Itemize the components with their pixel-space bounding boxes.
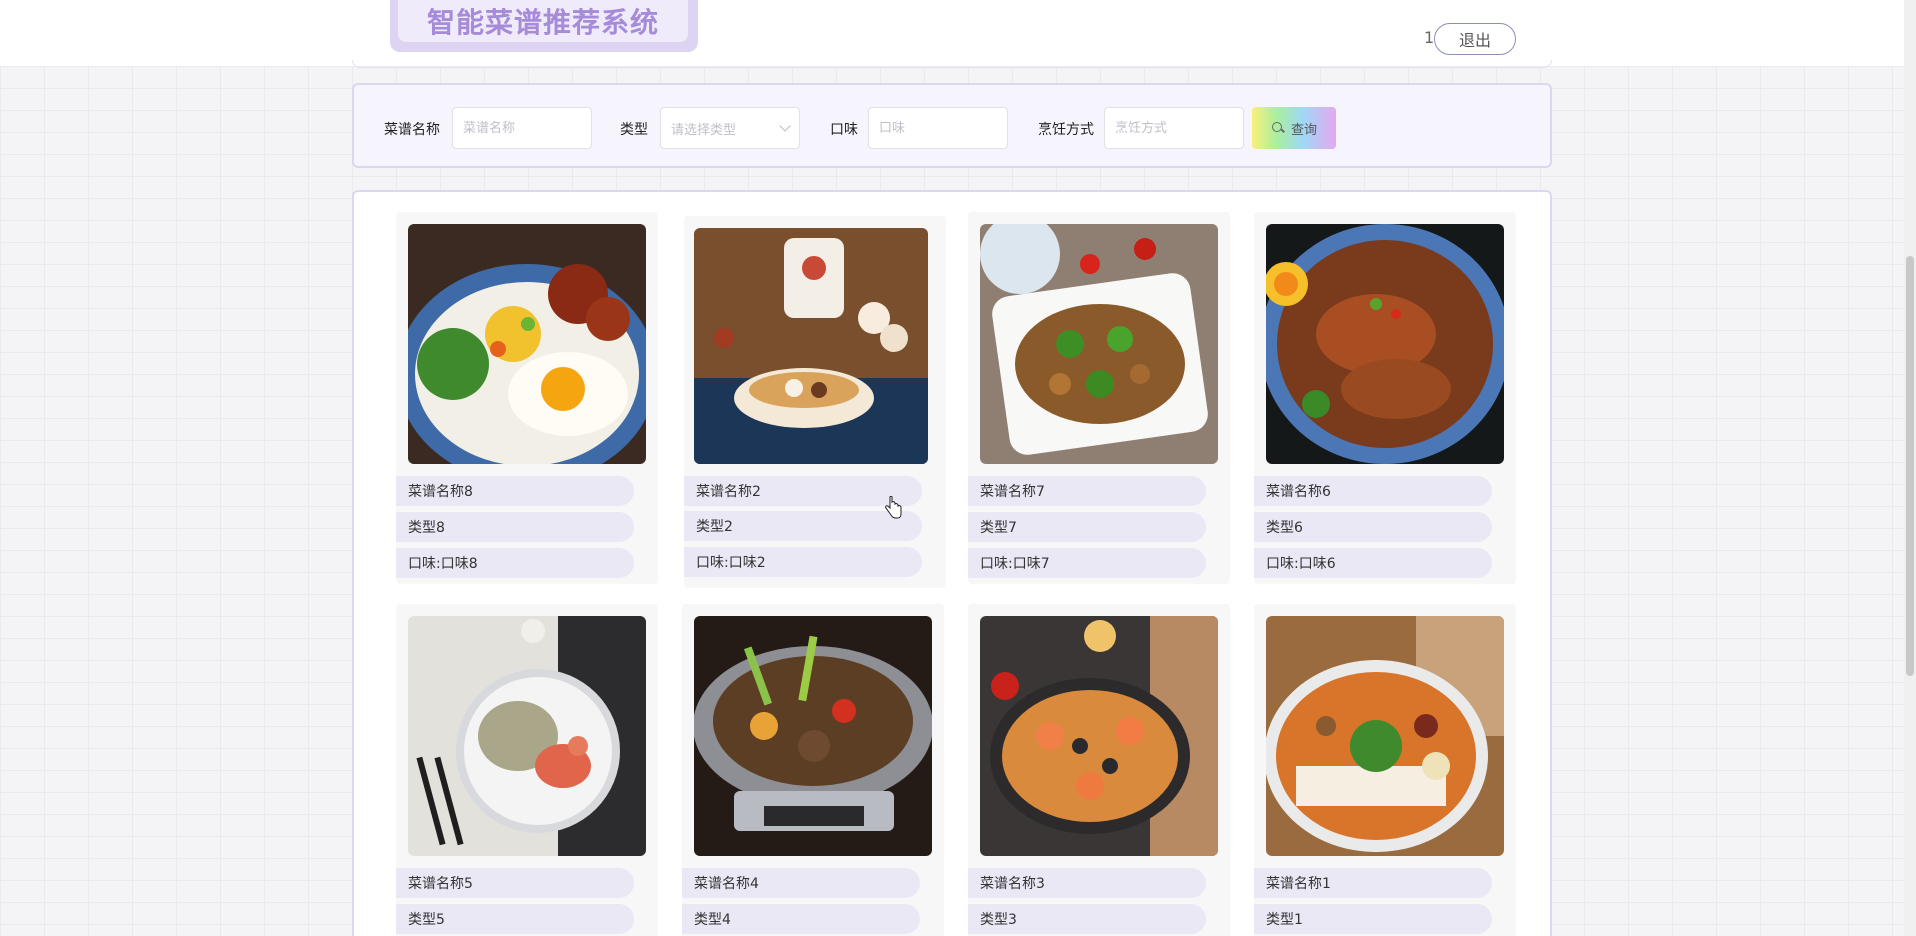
recipe-image[interactable] [1266,616,1504,856]
app-title: 智能菜谱推荐系统 [398,0,688,42]
recipe-flavor: 口味:口味8 [396,548,634,578]
recipe-image[interactable] [1266,224,1504,464]
recipe-type: 类型7 [968,512,1206,542]
recipe-card[interactable]: 菜谱名称5 类型5 [396,604,658,936]
title-badge: 智能菜谱推荐系统 [390,0,698,52]
page-scrollbar[interactable] [1904,0,1916,936]
recipe-image[interactable] [694,616,932,856]
logout-button[interactable]: 退出 [1434,23,1516,55]
search-panel: 菜谱名称 类型 请选择类型 口味 烹饪方式 查询 [352,83,1552,168]
recipe-card[interactable]: 菜谱名称8 类型8 口味:口味8 [396,212,658,584]
recipe-card[interactable]: 菜谱名称4 类型4 [682,604,944,936]
recipe-name-input[interactable] [452,107,592,149]
recipe-card[interactable]: 菜谱名称3 类型3 [968,604,1230,936]
recipe-card[interactable]: 菜谱名称7 类型7 口味:口味7 [968,212,1230,584]
header-divider [352,60,1552,68]
search-icon [1271,121,1285,135]
recipe-name: 菜谱名称5 [396,868,634,898]
recipe-name: 菜谱名称3 [968,868,1206,898]
user-indicator: 1 [1424,28,1435,47]
recipe-image[interactable] [408,224,646,464]
recipe-card[interactable]: 菜谱名称2 类型2 口味:口味2 [684,216,946,588]
recipe-name: 菜谱名称6 [1254,476,1492,506]
recipe-name-label: 菜谱名称 [384,122,440,138]
search-button[interactable]: 查询 [1252,107,1336,149]
recipe-type: 类型4 [682,904,920,934]
recipe-image[interactable] [980,224,1218,464]
recipe-name: 菜谱名称7 [968,476,1206,506]
recipe-type: 类型8 [396,512,634,542]
recipe-name: 菜谱名称4 [682,868,920,898]
recipe-type: 类型1 [1254,904,1492,934]
recipe-name: 菜谱名称8 [396,476,634,506]
recipe-flavor: 口味:口味6 [1254,548,1492,578]
recipe-image[interactable] [980,616,1218,856]
flavor-label: 口味 [830,122,858,138]
chevron-down-icon [779,120,791,132]
scrollbar-thumb[interactable] [1906,256,1914,676]
recipe-type: 类型3 [968,904,1206,934]
top-header: 智能菜谱推荐系统 1 退出 [0,0,1904,67]
recipe-type: 类型5 [396,904,634,934]
type-select[interactable]: 请选择类型 [660,107,800,149]
recipe-card[interactable]: 菜谱名称6 类型6 口味:口味6 [1254,212,1516,584]
recipe-flavor: 口味:口味7 [968,548,1206,578]
recipe-type: 类型6 [1254,512,1492,542]
recipe-card[interactable]: 菜谱名称1 类型1 [1254,604,1516,936]
cooking-method-input[interactable] [1104,107,1244,149]
hand-cursor-icon [885,496,902,519]
recipe-grid: 菜谱名称8 类型8 口味:口味8 菜谱名称2 类型2 口味:口味2 菜谱名称7 … [352,190,1552,936]
recipe-image[interactable] [694,228,928,464]
flavor-input[interactable] [868,107,1008,149]
type-select-value: 请选择类型 [671,122,737,138]
recipe-name: 菜谱名称1 [1254,868,1492,898]
search-button-label: 查询 [1290,122,1317,138]
type-label: 类型 [620,122,648,138]
cooking-method-label: 烹饪方式 [1038,122,1094,138]
recipe-flavor: 口味:口味2 [684,547,922,577]
recipe-image[interactable] [408,616,646,856]
